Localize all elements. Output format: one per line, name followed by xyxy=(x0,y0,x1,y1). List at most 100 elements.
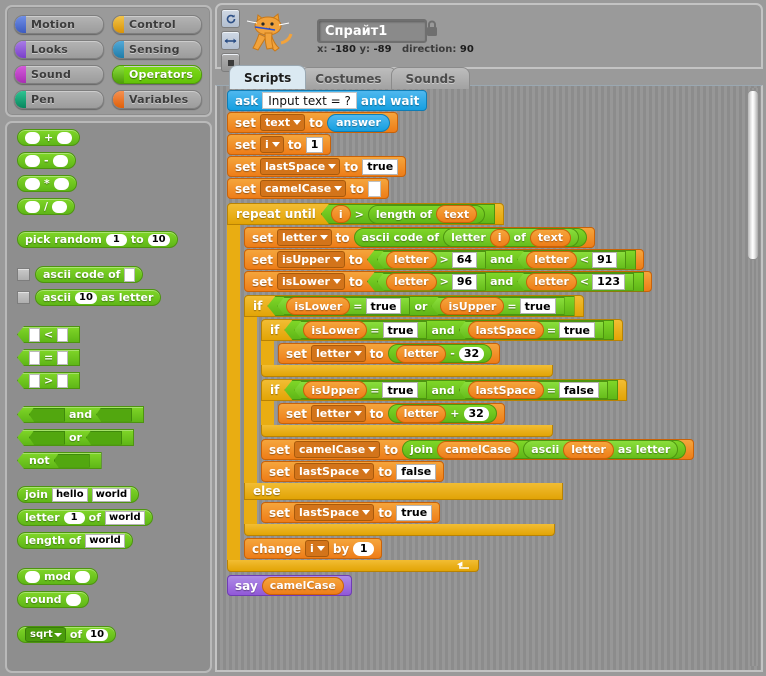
if-upper-left-value[interactable]: true xyxy=(382,382,419,398)
isupper-left-value[interactable]: 64 xyxy=(451,251,478,268)
add-operand-a[interactable] xyxy=(25,131,40,144)
block-letter-of[interactable]: letter 1 of world xyxy=(17,509,153,526)
greater-than-operand-b[interactable] xyxy=(57,373,69,388)
category-variables[interactable]: Variables xyxy=(112,90,202,109)
ascii-code-of-reporter[interactable]: ascii code of letter i of text xyxy=(353,228,587,247)
sqrt-of-value[interactable]: 10 xyxy=(86,628,109,641)
say-camelcase-reporter[interactable]: camelCase xyxy=(261,576,344,595)
block-palette[interactable]: + - * / pick random 1 to 10 ascii code o… xyxy=(5,121,212,673)
isupper-right-value[interactable]: 91 xyxy=(592,251,618,268)
set-isupper-variable-dropdown[interactable]: isUpper xyxy=(277,251,345,268)
block-set-letter-plus[interactable]: set letter to letter + 32 xyxy=(278,403,505,424)
answer-reporter[interactable]: answer xyxy=(327,113,390,132)
isupper-left-comparison[interactable]: letter > 64 xyxy=(376,250,487,269)
set-letter-ascii-variable-dropdown[interactable]: letter xyxy=(277,229,332,246)
if-outer-condition[interactable]: isLower = true or isUpper = true xyxy=(267,296,575,316)
repeat-i-reporter[interactable]: i xyxy=(330,205,351,223)
block-mod[interactable]: mod xyxy=(17,568,98,585)
if-outer-left-value[interactable]: true xyxy=(365,298,402,314)
scripts-canvas[interactable]: ask Input text = ? and wait set text to … xyxy=(215,85,763,672)
set-lastspace-false-variable-dropdown[interactable]: lastSpace xyxy=(294,463,375,480)
block-less-than[interactable]: < xyxy=(17,326,81,343)
category-operators[interactable]: Operators xyxy=(112,65,202,84)
ascii-as-letter-reporter[interactable]: ascii letter as letter xyxy=(523,440,679,459)
set-lastspace-true-variable-dropdown[interactable]: lastSpace xyxy=(294,504,375,521)
set-letter-plus-variable-dropdown[interactable]: letter xyxy=(311,405,366,422)
round-operand[interactable] xyxy=(65,593,81,606)
block-set-lastspace-init[interactable]: set lastSpace to true xyxy=(227,156,407,177)
islower-right-comparison[interactable]: letter < 123 xyxy=(517,272,635,291)
rotate-icon-button[interactable] xyxy=(221,9,240,28)
block-set-lastspace-false[interactable]: set lastSpace to false xyxy=(261,461,445,482)
category-control[interactable]: Control xyxy=(112,15,202,34)
letter-of-text[interactable]: world xyxy=(104,510,145,525)
letter-of-reporter[interactable]: letter i of text xyxy=(443,228,579,247)
repeat-until-condition[interactable]: i > length of text xyxy=(320,204,496,224)
category-pen[interactable]: Pen xyxy=(14,90,104,109)
block-pick-random[interactable]: pick random 1 to 10 xyxy=(17,231,178,248)
if-lower-header[interactable]: if isLower = true and lastSpace = true xyxy=(261,319,624,341)
if-lower-condition[interactable]: isLower = true and lastSpace = true xyxy=(284,320,615,340)
block-set-i[interactable]: set i to 1 xyxy=(227,134,332,155)
isupper-left-reporter[interactable]: letter xyxy=(385,250,437,269)
else-divider[interactable]: else xyxy=(244,483,563,500)
tab-scripts[interactable]: Scripts xyxy=(229,65,307,89)
block-round[interactable]: round xyxy=(17,591,89,608)
ascii-as-letter-letter-reporter[interactable]: letter xyxy=(563,440,614,459)
block-set-islower[interactable]: set isLower to letter > 96 and letter < … xyxy=(244,271,653,292)
ascii-as-letter-value[interactable]: 10 xyxy=(75,291,97,304)
letter-plus-operand[interactable]: letter xyxy=(395,404,447,423)
block-length-of[interactable]: length of world xyxy=(17,532,133,549)
letter-minus-expression[interactable]: letter - 32 xyxy=(387,344,493,363)
block-multiply[interactable]: * xyxy=(17,175,77,192)
letter-plus-value[interactable]: 32 xyxy=(463,406,489,421)
block-ask-and-wait[interactable]: ask Input text = ? and wait xyxy=(227,90,428,111)
set-islower-variable-dropdown[interactable]: isLower xyxy=(277,273,345,290)
change-i-value-input[interactable]: 1 xyxy=(353,541,375,556)
ascii-as-letter-checkbox[interactable] xyxy=(17,291,30,304)
if-lower-left[interactable]: isLower = true xyxy=(294,321,428,339)
or-operand-a[interactable] xyxy=(29,430,65,445)
category-sound[interactable]: Sound xyxy=(14,65,104,84)
if-lower-right[interactable]: lastSpace = true xyxy=(458,321,605,339)
set-i-variable-dropdown[interactable]: i xyxy=(260,136,284,153)
not-operand[interactable] xyxy=(53,453,90,468)
scripts-vertical-scrollbar[interactable] xyxy=(746,88,759,666)
letter-minus-value[interactable]: 32 xyxy=(458,346,485,361)
block-set-letter-ascii[interactable]: set letter to ascii code of letter i of xyxy=(244,227,595,248)
letter-of-text-reporter[interactable]: text xyxy=(529,228,571,247)
set-camelcase-init-value-input[interactable] xyxy=(368,180,382,197)
if-outer-left[interactable]: isLower = true xyxy=(277,297,411,315)
block-set-letter-minus[interactable]: set letter to letter - 32 xyxy=(278,343,501,364)
category-looks[interactable]: Looks xyxy=(14,40,104,59)
block-set-lastspace-true[interactable]: set lastSpace to true xyxy=(261,502,441,523)
join-input-a[interactable]: hello xyxy=(51,487,88,502)
block-change-i[interactable]: change i by 1 xyxy=(244,538,383,559)
islower-left-reporter[interactable]: letter xyxy=(385,272,437,291)
if-lower-right-value[interactable]: true xyxy=(559,322,596,338)
set-lastspace-true-value-input[interactable]: true xyxy=(396,504,433,521)
if-upper-right-value[interactable]: false xyxy=(559,382,599,398)
if-upper-header[interactable]: if isUpper = true and lastSpace = false xyxy=(261,379,627,401)
block-divide[interactable]: / xyxy=(17,198,76,215)
islower-left-value[interactable]: 96 xyxy=(451,273,478,290)
and-operand-a[interactable] xyxy=(29,407,65,422)
pick-random-to[interactable]: 10 xyxy=(147,233,170,246)
block-or[interactable]: or xyxy=(17,429,134,446)
if-upper-right[interactable]: lastSpace = false xyxy=(458,381,608,399)
block-equals[interactable]: = xyxy=(17,349,81,366)
divide-operand-b[interactable] xyxy=(52,200,68,213)
flip-horizontal-icon-button[interactable] xyxy=(221,31,240,50)
if-lower-left-reporter[interactable]: isLower xyxy=(303,321,368,339)
islower-right-reporter[interactable]: letter xyxy=(526,272,577,291)
category-sensing[interactable]: Sensing xyxy=(112,40,202,59)
isupper-and-condition[interactable]: letter > 64 and letter < 91 xyxy=(366,249,637,270)
block-add[interactable]: + xyxy=(17,129,81,146)
if-outer-right[interactable]: isUpper = true xyxy=(431,297,565,315)
block-set-isupper[interactable]: set isUpper to letter > 64 and letter < … xyxy=(244,249,645,270)
isupper-right-reporter[interactable]: letter xyxy=(526,250,577,269)
length-of-text[interactable]: world xyxy=(85,533,125,548)
and-operand-b[interactable] xyxy=(96,407,133,422)
subtract-operand-b[interactable] xyxy=(52,154,68,167)
lock-icon[interactable] xyxy=(425,19,439,37)
